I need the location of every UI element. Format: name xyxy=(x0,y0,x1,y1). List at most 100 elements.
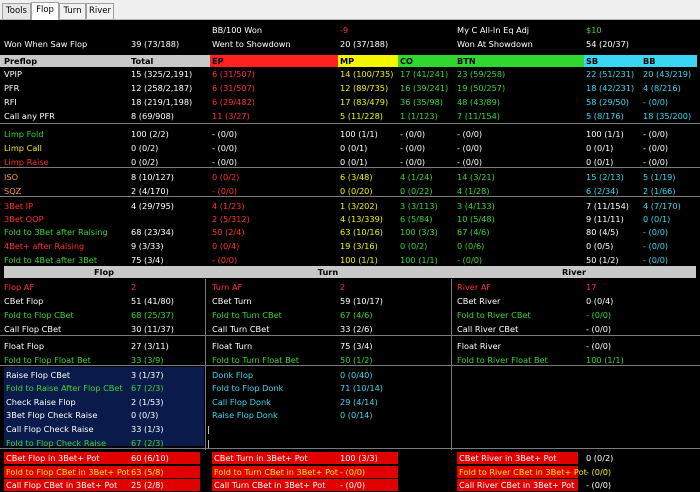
preflop-cell: 22 (51/231) xyxy=(586,69,635,79)
preflop-cell: 5 (1/19) xyxy=(643,172,676,182)
preflop-cell: - (0/0) xyxy=(643,241,669,251)
preflop-cell: 100 (1/1) xyxy=(400,255,438,265)
preflop-cell: 0 (0/6) xyxy=(457,241,485,251)
raise-flop-label: Raise Flop CBet xyxy=(6,370,71,380)
preflop-cell: 7 (11/154) xyxy=(586,201,630,211)
raise-flop-value: 67 (2/3) xyxy=(131,383,164,393)
preflop-row-label: Fold to 3Bet after Raising xyxy=(4,227,108,237)
preflop-cell: 14 (3/21) xyxy=(457,172,495,182)
tab-flop[interactable]: Flop xyxy=(31,2,59,20)
donk-value: 29 (4/14) xyxy=(340,397,378,407)
went-showdown-label: Went to Showdown xyxy=(212,39,291,49)
raise-flop-label: Fold to Raise After Flop CBet xyxy=(6,383,123,393)
preflop-row-label: ISO xyxy=(4,172,19,182)
preflop-row-label: Limp Fold xyxy=(4,129,44,139)
preflop-cell: 0 (0/2) xyxy=(400,241,428,251)
cbet-value: 33 (2/6) xyxy=(340,324,373,334)
af-label: Flop AF xyxy=(4,282,35,292)
af-label: River AF xyxy=(457,282,492,292)
preflop-cell: 9 (11/11) xyxy=(586,214,624,224)
preflop-cell: 50 (2/4) xyxy=(212,227,245,237)
preflop-cell: - (0/0) xyxy=(212,129,238,139)
raise-flop-value: 2 (1/53) xyxy=(131,397,164,407)
preflop-cell: 23 (59/258) xyxy=(457,69,506,79)
preflop-cell: 100 (1/1) xyxy=(340,255,378,265)
went-showdown-value: 20 (37/188) xyxy=(340,39,389,49)
raise-flop-value: 33 (1/3) xyxy=(131,424,164,434)
raise-flop-value: 0 (0/3) xyxy=(131,410,159,420)
preflop-cell: 0 (0/1) xyxy=(340,143,368,153)
threebet-pot-label: Fold to Flop CBet in 3Bet+ Pot xyxy=(6,467,130,477)
preflop-cell: 63 (10/16) xyxy=(340,227,384,237)
won-showdown-value: 54 (20/37) xyxy=(586,39,630,49)
preflop-header-cell: BTN xyxy=(455,55,584,67)
preflop-cell: 12 (258/2,187) xyxy=(131,83,193,93)
raise-flop-value: 3 (1/37) xyxy=(131,370,164,380)
preflop-header-label: MP xyxy=(340,56,355,66)
preflop-cell: 17 (41/241) xyxy=(400,69,449,79)
threebet-pot-label: CBet Turn in 3Bet+ Pot xyxy=(214,453,308,463)
preflop-cell: 100 (1/1) xyxy=(340,129,378,139)
preflop-cell: 18 (42/231) xyxy=(586,83,635,93)
float-label: Float Flop xyxy=(4,341,45,351)
preflop-header-label: BB xyxy=(643,56,656,66)
preflop-cell: - (0/0) xyxy=(643,255,669,265)
divider xyxy=(0,448,700,449)
af-value: 2 xyxy=(340,282,346,292)
preflop-row-label: Limp Call xyxy=(4,143,42,153)
threebet-pot-value: 100 (3/3) xyxy=(340,453,378,463)
tab-bar: Tools Flop Turn River xyxy=(0,0,700,20)
preflop-cell: 6 (31/507) xyxy=(212,69,256,79)
preflop-cell: 10 (5/48) xyxy=(457,214,495,224)
preflop-cell: 67 (4/6) xyxy=(457,227,490,237)
preflop-cell: 11 (3/27) xyxy=(212,111,250,121)
threebet-pot-value: 63 (5/8) xyxy=(131,467,164,477)
cbet-value: 30 (11/37) xyxy=(131,324,175,334)
threebet-pot-label: Fold to River CBet in 3Bet+ Pot xyxy=(459,467,587,477)
preflop-cell: 6 (5/84) xyxy=(400,214,433,224)
tab-turn[interactable]: Turn xyxy=(59,3,86,19)
preflop-header-label: CO xyxy=(400,56,413,66)
af-value: 2 xyxy=(131,282,137,292)
preflop-cell: 8 (10/127) xyxy=(131,172,175,182)
preflop-cell: 6 (29/482) xyxy=(212,97,256,107)
preflop-cell: - (0/0) xyxy=(212,143,238,153)
donk-value: 0 (0/14) xyxy=(340,410,373,420)
preflop-cell: 1 (3/202) xyxy=(340,201,378,211)
preflop-cell: - (0/0) xyxy=(457,255,483,265)
preflop-cell: - (0/0) xyxy=(212,255,238,265)
threebet-pot-value: - (0/0) xyxy=(340,467,366,477)
allin-eq-value: $10 xyxy=(586,25,602,35)
preflop-cell: - (0/0) xyxy=(643,143,669,153)
threebet-pot-label: Fold to Turn CBet in 3Bet+ Pot xyxy=(214,467,338,477)
preflop-cell: 3 (3/113) xyxy=(400,201,438,211)
threebet-pot-label: CBet River in 3Bet+ Pot xyxy=(459,453,557,463)
preflop-cell: 19 (3/16) xyxy=(340,241,378,251)
preflop-header-cell: MP xyxy=(338,55,398,67)
postflop-header-1: Turn xyxy=(317,267,339,277)
cbet-label: Fold to River CBet xyxy=(457,310,531,320)
preflop-row-label: PFR xyxy=(4,83,20,93)
preflop-header-cell: Preflop xyxy=(0,55,130,67)
threebet-pot-value: 60 (6/10) xyxy=(131,453,169,463)
cbet-value: - (0/0) xyxy=(586,310,612,320)
won-saw-flop-label: Won When Saw Flop xyxy=(4,39,88,49)
preflop-cell: 36 (35/98) xyxy=(400,97,444,107)
threebet-pot-value: - (0/0) xyxy=(340,480,366,490)
preflop-cell: 0 (0/1) xyxy=(643,214,671,224)
allin-eq-label: My C All-In Eq Adj xyxy=(457,25,530,35)
tab-tools[interactable]: Tools xyxy=(2,3,31,19)
threebet-pot-label: Call Turn CBet in 3Bet+ Pot xyxy=(214,480,326,490)
float-value: - (0/0) xyxy=(586,341,612,351)
cbet-value: 59 (10/17) xyxy=(340,296,384,306)
bb100-label: BB/100 Won xyxy=(212,25,263,35)
preflop-header-cell: SB xyxy=(584,55,641,67)
summary-panel: BB/100 Won -9 My C All-In Eq Adj $10 Won… xyxy=(0,20,700,52)
raise-flop-label: Check Raise Flop xyxy=(6,397,76,407)
divider xyxy=(0,335,700,336)
tab-river[interactable]: River xyxy=(86,3,114,19)
preflop-cell: 18 (219/1,198) xyxy=(131,97,193,107)
preflop-header-label: SB xyxy=(586,56,599,66)
preflop-header-label: Total xyxy=(131,56,154,66)
preflop-cell: 100 (3/3) xyxy=(400,227,438,237)
